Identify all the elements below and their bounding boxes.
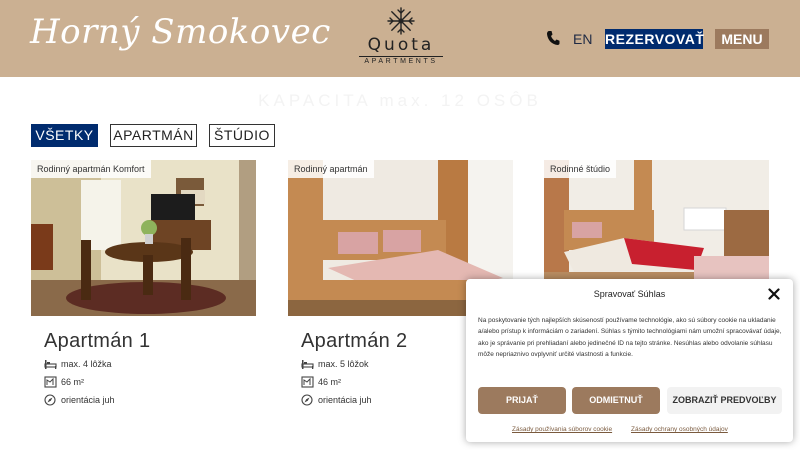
- listing-card-apartment-1[interactable]: Rodinný apartmán Komfort Apartmán 1 max.…: [31, 160, 256, 406]
- language-switch[interactable]: EN: [573, 31, 592, 47]
- page: Horný Smokovec Quota APARTMENTS EN REZER…: [0, 0, 800, 450]
- close-icon[interactable]: [768, 288, 780, 300]
- phone-icon[interactable]: [546, 30, 560, 46]
- feature-beds-text: max. 5 lôžok: [318, 359, 369, 369]
- preferences-button[interactable]: ZOBRAZIŤ PREDVOĽBY: [667, 387, 782, 414]
- apartment-1-photo[interactable]: Rodinný apartmán Komfort: [31, 160, 256, 316]
- feature-area-text: 66 m²: [61, 377, 85, 387]
- compass-icon: [301, 394, 313, 406]
- card-title[interactable]: Apartmán 1: [44, 330, 150, 353]
- menu-button[interactable]: MENU: [715, 29, 769, 49]
- capacity-heading: KAPACITA max. 12 OSÔB: [258, 91, 542, 110]
- feature-beds-text: max. 4 lôžka: [61, 359, 112, 369]
- card-tag: Rodinné štúdio: [544, 160, 617, 178]
- card-tag: Rodinný apartmán: [288, 160, 374, 178]
- cookie-consent-dialog: Spravovať Súhlas Na poskytovanie tých na…: [466, 279, 793, 442]
- bed-icon: [44, 360, 57, 369]
- bed-icon: [301, 360, 314, 369]
- feature-area-text: 46 m²: [318, 377, 342, 387]
- cookie-title: Spravovať Súhlas: [593, 289, 666, 299]
- filter-apartment[interactable]: APARTMÁN: [110, 124, 197, 147]
- reserve-button[interactable]: REZERVOVAŤ: [605, 29, 704, 49]
- privacy-policy-link[interactable]: Zásady ochrany osobných údajov: [631, 426, 728, 433]
- quota-logo[interactable]: Quota APARTMENTS: [354, 6, 448, 68]
- cookie-text: Na poskytovanie tých najlepších skúsenos…: [478, 317, 782, 358]
- deny-button[interactable]: ODMIETNUŤ: [572, 387, 660, 414]
- filter-all[interactable]: VŠETKY: [31, 124, 98, 147]
- logo-divider: [359, 56, 443, 57]
- logo-subtitle: APARTMENTS: [364, 58, 438, 65]
- card-title[interactable]: Apartmán 2: [301, 330, 407, 353]
- cookie-policy-link[interactable]: Zásady používania súborov cookie: [512, 426, 612, 433]
- area-icon: [44, 376, 57, 388]
- area-icon: [301, 376, 314, 388]
- site-header: Horný Smokovec Quota APARTMENTS EN REZER…: [0, 0, 800, 77]
- feature-orientation-text: orientácia juh: [61, 395, 115, 405]
- compass-icon: [44, 394, 56, 406]
- card-tag: Rodinný apartmán Komfort: [31, 160, 151, 178]
- snowflake-logo-icon: [387, 7, 415, 35]
- filter-studio[interactable]: ŠTÚDIO: [209, 124, 275, 147]
- brand-script-title[interactable]: Horný Smokovec: [30, 12, 331, 52]
- feature-orientation-text: orientácia juh: [318, 395, 372, 405]
- accept-button[interactable]: PRIJAŤ: [478, 387, 566, 414]
- logo-name: Quota: [367, 35, 435, 55]
